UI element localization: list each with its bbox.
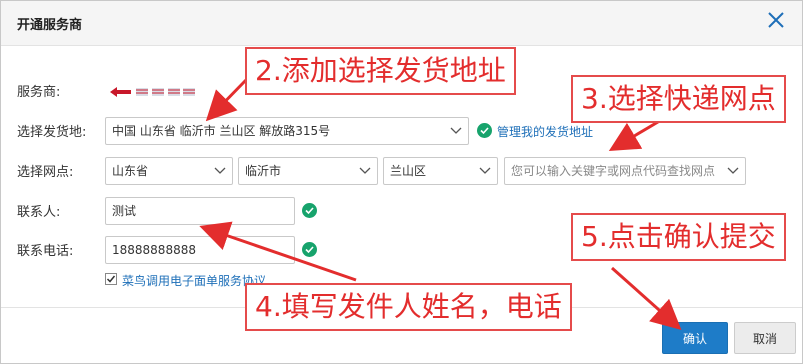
- arrow-step5: [611, 266, 682, 330]
- annotation-step3: 3.选择快递网点: [571, 75, 786, 123]
- arrow-step2: [205, 78, 248, 122]
- annotation-step2: 2.添加选择发货地址: [245, 47, 516, 95]
- annotation-step4: 4.填写发件人姓名，电话: [245, 283, 572, 331]
- arrow-step4: [199, 221, 357, 282]
- annotation-step5: 5.点击确认提交: [571, 213, 786, 261]
